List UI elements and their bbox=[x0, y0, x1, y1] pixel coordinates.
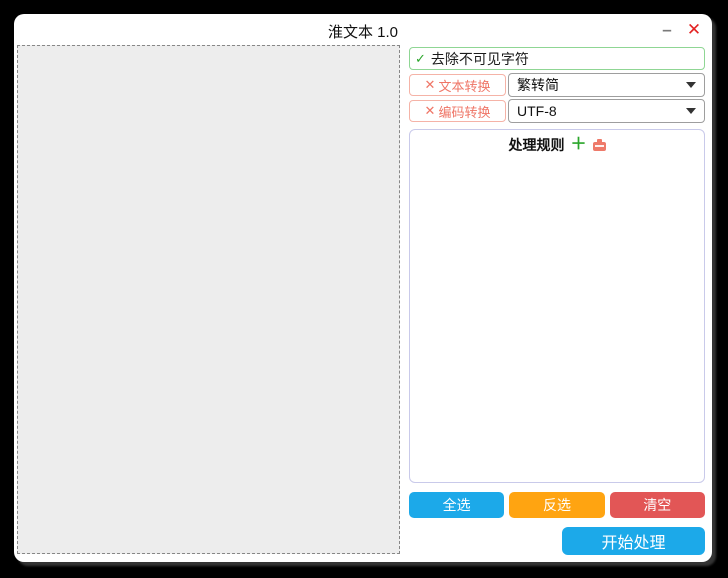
x-icon: ✕ bbox=[425, 103, 436, 119]
x-icon: ✕ bbox=[425, 77, 436, 93]
invert-select-button[interactable]: 反选 bbox=[509, 492, 604, 518]
check-icon: ✓ bbox=[415, 51, 426, 67]
text-convert-dropdown[interactable]: 繁转简 bbox=[508, 73, 705, 97]
text-convert-selected-value: 繁转简 bbox=[517, 75, 686, 95]
chevron-down-icon bbox=[686, 82, 696, 88]
title-bar[interactable]: 淮文本 1.0 – ✕ bbox=[14, 14, 712, 44]
app-window: 淮文本 1.0 – ✕ ✓ 去除不可见字符 ✕ 文本转换 繁转简 ✕ 编码转换 … bbox=[14, 14, 712, 562]
window-title: 淮文本 1.0 bbox=[14, 21, 712, 42]
select-all-button[interactable]: 全选 bbox=[409, 492, 504, 518]
rules-header: 处理规则 ＋ bbox=[410, 135, 704, 155]
clear-rules-eraser-icon[interactable] bbox=[593, 139, 606, 151]
close-icon: ✕ bbox=[687, 20, 701, 40]
close-button[interactable]: ✕ bbox=[683, 18, 705, 42]
rules-list-panel: 处理规则 ＋ bbox=[409, 129, 705, 483]
option-text-convert-toggle[interactable]: ✕ 文本转换 bbox=[409, 74, 506, 96]
option-encoding-convert-label: 编码转换 bbox=[438, 102, 490, 121]
option-text-convert-label: 文本转换 bbox=[438, 76, 490, 95]
selection-buttons-row: 全选 反选 清空 bbox=[409, 492, 705, 518]
minimize-button[interactable]: – bbox=[656, 18, 678, 42]
minimize-icon: – bbox=[662, 20, 671, 40]
clear-button[interactable]: 清空 bbox=[610, 492, 705, 518]
option-remove-invisible-label: 去除不可见字符 bbox=[431, 49, 529, 69]
chevron-down-icon bbox=[686, 108, 696, 114]
rules-title: 处理规则 bbox=[508, 135, 564, 155]
file-drop-zone[interactable] bbox=[17, 45, 400, 554]
eraser-body bbox=[593, 142, 606, 151]
encoding-convert-dropdown[interactable]: UTF-8 bbox=[508, 99, 705, 123]
option-encoding-convert-toggle[interactable]: ✕ 编码转换 bbox=[409, 100, 506, 122]
start-processing-button[interactable]: 开始处理 bbox=[562, 527, 705, 555]
encoding-convert-selected-value: UTF-8 bbox=[517, 103, 686, 119]
add-rule-icon[interactable]: ＋ bbox=[570, 138, 586, 152]
option-remove-invisible-chars[interactable]: ✓ 去除不可见字符 bbox=[409, 47, 705, 70]
